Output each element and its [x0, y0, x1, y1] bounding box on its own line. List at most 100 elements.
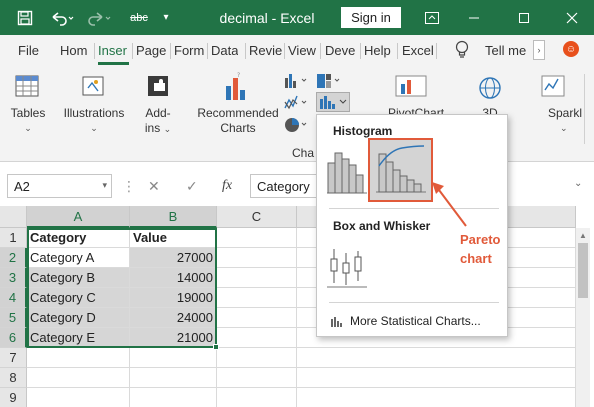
tab-review[interactable]: Revie [249, 35, 282, 65]
statistic-chart-icon[interactable] [316, 92, 350, 112]
row-header[interactable]: 4 [0, 288, 27, 308]
cell-b1[interactable]: Value [130, 228, 217, 248]
fill-handle[interactable] [213, 344, 219, 350]
cell[interactable] [297, 348, 576, 368]
cell[interactable] [297, 368, 576, 388]
ribbon-display-options-icon[interactable] [420, 0, 444, 35]
undo-icon[interactable] [48, 0, 76, 35]
recommended-charts-icon[interactable]: ? [222, 72, 252, 107]
box-whisker-chart-option[interactable] [325, 245, 369, 292]
tables-button[interactable]: Tables ⌄ [10, 106, 46, 136]
select-all-corner[interactable] [0, 206, 27, 228]
formula-input[interactable]: Category [250, 174, 320, 198]
cell[interactable] [217, 228, 297, 248]
column-header-c[interactable]: C [217, 206, 297, 228]
pivotchart-icon[interactable] [392, 74, 432, 101]
tabs-scroll-right-icon[interactable]: › [533, 40, 545, 60]
row-header[interactable]: 1 [0, 228, 27, 248]
cell-a3[interactable]: Category B [27, 268, 130, 288]
tab-excel[interactable]: Excel [402, 35, 434, 65]
sparklines-icon[interactable] [540, 74, 566, 101]
sign-in-button[interactable]: Sign in [341, 7, 401, 28]
cell[interactable] [130, 348, 217, 368]
cell-a4[interactable]: Category C [27, 288, 130, 308]
redo-icon[interactable] [86, 0, 114, 35]
cell[interactable] [297, 388, 576, 407]
cell-a2[interactable]: Category A [27, 248, 130, 268]
more-statistical-charts-link[interactable]: More Statistical Charts... [330, 314, 481, 328]
cell-a6[interactable]: Category E [27, 328, 130, 348]
cell-a5[interactable]: Category D [27, 308, 130, 328]
pareto-chart-option[interactable] [368, 138, 433, 202]
cell[interactable] [130, 388, 217, 407]
column-chart-icon[interactable] [284, 72, 310, 93]
row-header[interactable]: 9 [0, 388, 27, 407]
cell[interactable] [217, 248, 297, 268]
expand-formula-bar-icon[interactable]: ⌄ [574, 178, 582, 189]
minimize-icon[interactable] [462, 0, 486, 35]
tab-developer[interactable]: Deve [325, 35, 355, 65]
tab-insert[interactable]: Inser [98, 35, 129, 65]
cell-b4[interactable]: 19000 [130, 288, 217, 308]
name-box[interactable]: A2 ▾ [7, 174, 112, 198]
cell[interactable] [217, 288, 297, 308]
row-header[interactable]: 3 [0, 268, 27, 288]
tab-data[interactable]: Data [211, 35, 238, 65]
cell-a1[interactable]: Category [27, 228, 130, 248]
cancel-icon[interactable]: ✕ [148, 174, 160, 198]
cell-b3[interactable]: 14000 [130, 268, 217, 288]
tell-me-search[interactable]: Tell me [485, 35, 526, 65]
scroll-up-icon[interactable]: ▲ [576, 228, 590, 242]
insert-function-icon[interactable]: fx [222, 174, 232, 198]
tab-home[interactable]: Hom [60, 35, 87, 65]
illustrations-button[interactable]: Illustrations ⌄ [60, 106, 128, 136]
save-icon[interactable] [14, 0, 36, 35]
more-options-icon[interactable]: ⋮ [122, 174, 136, 198]
cell[interactable] [27, 388, 130, 407]
row-header[interactable]: 8 [0, 368, 27, 388]
feedback-smiley-icon[interactable]: ☺ [563, 41, 579, 57]
tab-help[interactable]: Help [364, 35, 391, 65]
add-ins-button[interactable]: Add- ins ⌄ [140, 106, 176, 137]
cell[interactable] [217, 368, 297, 388]
spelling-icon[interactable]: abc [126, 0, 152, 35]
scrollbar-thumb[interactable] [578, 243, 588, 298]
table-icon[interactable] [15, 74, 39, 101]
cell-b5[interactable]: 24000 [130, 308, 217, 328]
enter-icon[interactable]: ✓ [186, 174, 198, 198]
cell[interactable] [217, 388, 297, 407]
line-chart-icon[interactable] [284, 94, 310, 115]
cell[interactable] [217, 328, 297, 348]
cell[interactable] [130, 368, 217, 388]
tab-view[interactable]: View [288, 35, 316, 65]
sparklines-button[interactable]: Sparkl ⌄ [548, 106, 588, 136]
recommended-charts-button[interactable]: Recommended Charts [196, 106, 280, 136]
tab-page-layout[interactable]: Page [136, 35, 166, 65]
chevron-down-icon[interactable]: ▾ [102, 180, 107, 191]
cell[interactable] [27, 368, 130, 388]
hierarchy-chart-icon[interactable] [316, 72, 342, 93]
add-ins-icon[interactable] [146, 74, 170, 101]
cell-b2[interactable]: 27000 [130, 248, 217, 268]
cell[interactable] [27, 348, 130, 368]
cell[interactable] [217, 348, 297, 368]
customize-qat-icon[interactable]: ▾ [158, 0, 174, 35]
lightbulb-icon[interactable] [454, 40, 470, 60]
row-header[interactable]: 7 [0, 348, 27, 368]
cell[interactable] [217, 308, 297, 328]
histogram-chart-option[interactable] [325, 149, 369, 198]
row-header[interactable]: 5 [0, 308, 27, 328]
row-header[interactable]: 6 [0, 328, 27, 348]
cell-b6[interactable]: 21000 [130, 328, 217, 348]
row-header[interactable]: 2 [0, 248, 27, 268]
3d-map-icon[interactable] [478, 76, 502, 103]
tab-file[interactable]: File [18, 35, 39, 65]
cell[interactable] [217, 268, 297, 288]
illustrations-icon[interactable] [80, 74, 106, 101]
close-icon[interactable] [560, 0, 584, 35]
tab-formulas[interactable]: Form [174, 35, 204, 65]
maximize-icon[interactable] [512, 0, 536, 35]
column-header-a[interactable]: A [27, 206, 130, 228]
pie-chart-icon[interactable] [284, 116, 310, 137]
column-header-b[interactable]: B [130, 206, 217, 228]
